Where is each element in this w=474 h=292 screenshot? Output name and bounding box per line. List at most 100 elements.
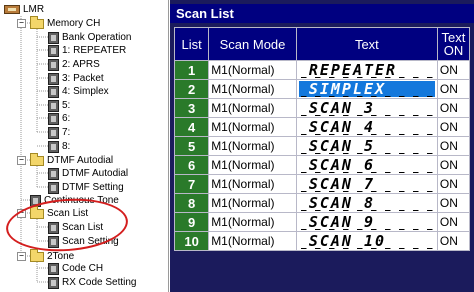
collapse-toggle-2tone[interactable]: − (17, 252, 26, 261)
settings-page-icon (48, 99, 59, 112)
scan-mode-cell[interactable]: M1(Normal) (208, 193, 297, 213)
table-row[interactable]: 4 M1(Normal) SCAN 4 ON (173, 117, 471, 137)
row-number-cell[interactable]: 1 (173, 60, 210, 80)
settings-page-icon (48, 44, 59, 57)
column-header-text-on[interactable]: Text ON (436, 27, 471, 61)
table-row[interactable]: 3 M1(Normal) SCAN 3 ON (173, 98, 471, 118)
row-number-cell[interactable]: 8 (173, 193, 210, 213)
text-on-cell[interactable]: ON (436, 193, 471, 213)
tree-item-memory-5[interactable]: 5: (48, 99, 70, 112)
collapse-toggle-dtmf[interactable]: − (17, 156, 26, 165)
text-cell[interactable]: SCAN 8 (295, 193, 438, 213)
text-value: SCAN 9 (308, 213, 376, 231)
text-on-cell[interactable]: ON (436, 212, 471, 232)
row-number-cell[interactable]: 3 (173, 98, 210, 118)
tree-item-memory-1[interactable]: 1: REPEATER (48, 44, 126, 57)
column-header-scan-mode[interactable]: Scan Mode (208, 27, 297, 61)
text-on-cell[interactable]: ON (436, 98, 471, 118)
settings-page-icon (48, 31, 59, 44)
table-row[interactable]: 1 M1(Normal) REPEATER ON (173, 60, 471, 80)
row-number-cell[interactable]: 5 (173, 136, 210, 156)
scan-mode-cell[interactable]: M1(Normal) (208, 79, 297, 99)
character-slot-marks (300, 153, 433, 154)
column-header-text[interactable]: Text (295, 27, 438, 61)
panel-title: Scan List (170, 4, 474, 23)
row-number-cell[interactable]: 2 (173, 79, 210, 99)
tree-item-memory-8[interactable]: 8: (48, 140, 70, 153)
row-number-cell[interactable]: 4 (173, 117, 210, 137)
tree-item-dtmf-setting[interactable]: DTMF Setting (48, 181, 124, 194)
character-slot-marks (300, 210, 433, 211)
tree-item-memory-3[interactable]: 3: Packet (48, 72, 104, 85)
character-slot-marks (300, 115, 433, 116)
table-row[interactable]: 9 M1(Normal) SCAN 9 ON (173, 212, 471, 232)
table-row[interactable]: 10 M1(Normal) SCAN 10 ON (173, 231, 471, 251)
table-row[interactable]: 8 M1(Normal) SCAN 8 ON (173, 193, 471, 213)
table-row[interactable]: 5 M1(Normal) SCAN 5 ON (173, 136, 471, 156)
row-number-cell[interactable]: 6 (173, 155, 210, 175)
tree-item-bank-operation[interactable]: Bank Operation (48, 31, 132, 44)
text-value: SCAN 10 (308, 232, 387, 250)
text-on-cell[interactable]: ON (436, 79, 471, 99)
table-row[interactable]: 7 M1(Normal) SCAN 7 ON (173, 174, 471, 194)
text-on-cell[interactable]: ON (436, 231, 471, 251)
character-slot-marks (300, 172, 433, 173)
text-value: SCAN 7 (308, 175, 376, 193)
radio-device-icon (4, 5, 20, 14)
column-header-text-on-line2: ON (443, 43, 464, 58)
scan-mode-cell[interactable]: M1(Normal) (208, 212, 297, 232)
scan-mode-cell[interactable]: M1(Normal) (208, 117, 297, 137)
scan-mode-cell[interactable]: M1(Normal) (208, 136, 297, 156)
scan-mode-cell[interactable]: M1(Normal) (208, 231, 297, 251)
text-cell[interactable]: SCAN 3 (295, 98, 438, 118)
tree-item-code-ch[interactable]: Code CH (48, 262, 103, 275)
scan-list-panel: Scan List List Scan Mode Text Text ON 1M… (170, 0, 474, 292)
row-number-cell[interactable]: 10 (173, 231, 210, 251)
text-value: SCAN 4 (308, 118, 376, 136)
tree-item-memory-4[interactable]: 4: Simplex (48, 85, 109, 98)
settings-page-icon (48, 167, 59, 180)
text-cell[interactable]: REPEATER (295, 60, 438, 80)
text-value: SCAN 5 (308, 137, 376, 155)
text-on-cell[interactable]: ON (436, 174, 471, 194)
text-on-cell[interactable]: ON (436, 117, 471, 137)
text-cell[interactable]: SCAN 10 (295, 231, 438, 251)
settings-page-icon (48, 72, 59, 85)
text-cell[interactable]: SCAN 6 (295, 155, 438, 175)
tree-item-memory-2[interactable]: 2: APRS (48, 58, 100, 71)
text-cell[interactable]: SCAN 9 (295, 212, 438, 232)
tree-item-rx-code-setting[interactable]: RX Code Setting (48, 276, 137, 289)
tree-item-lmr[interactable]: LMR (4, 3, 44, 16)
scan-mode-cell[interactable]: M1(Normal) (208, 174, 297, 194)
tree-item-dtmf-autodial[interactable]: DTMF Autodial (48, 167, 128, 180)
scan-mode-cell[interactable]: M1(Normal) (208, 98, 297, 118)
collapse-toggle-memory-ch[interactable]: − (17, 19, 26, 28)
row-number-cell[interactable]: 9 (173, 212, 210, 232)
scan-list-table: List Scan Mode Text Text ON 1 M1(Normal) R… (173, 27, 471, 251)
character-slot-marks (300, 134, 433, 135)
tree-item-memory-7[interactable]: 7: (48, 126, 70, 139)
text-on-cell[interactable]: ON (436, 155, 471, 175)
scan-mode-cell[interactable]: M1(Normal) (208, 60, 297, 80)
table-row[interactable]: 6 M1(Normal) SCAN 6 ON (173, 155, 471, 175)
text-cell[interactable]: SCAN 5 (295, 136, 438, 156)
folder-open-icon (30, 15, 44, 29)
character-slot-marks (300, 229, 433, 230)
tree-item-memory-6[interactable]: 6: (48, 112, 70, 125)
settings-page-icon (48, 126, 59, 139)
table-body: 1 M1(Normal) REPEATER ON 2 M1(Normal) SIMPLEX O… (173, 60, 471, 251)
column-header-list[interactable]: List (173, 27, 210, 61)
tree-item-dtmf-autodial-folder[interactable]: DTMF Autodial (30, 152, 113, 167)
text-cell[interactable]: SIMPLEX (295, 79, 438, 99)
character-slot-marks (300, 77, 433, 78)
table-header-row: List Scan Mode Text Text ON (173, 27, 471, 61)
text-cell[interactable]: SCAN 7 (295, 174, 438, 194)
row-number-cell[interactable]: 7 (173, 174, 210, 194)
tree-item-memory-ch[interactable]: Memory CH (30, 15, 100, 30)
table-row[interactable]: 2 M1(Normal) SIMPLEX ON (173, 79, 471, 99)
text-on-cell[interactable]: ON (436, 136, 471, 156)
text-on-cell[interactable]: ON (436, 60, 471, 80)
scan-mode-cell[interactable]: M1(Normal) (208, 155, 297, 175)
text-cell[interactable]: SCAN 4 (295, 117, 438, 137)
text-value: SIMPLEX (298, 81, 435, 97)
